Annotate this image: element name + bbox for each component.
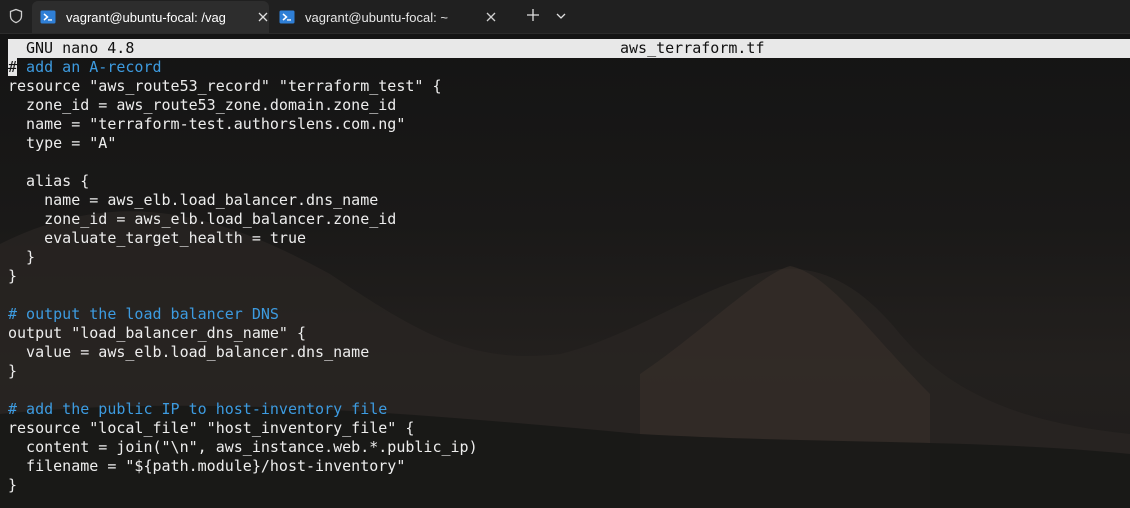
close-icon[interactable] [483,9,499,25]
nano-title-bar: GNU nano 4.8 aws_terraform.tf [8,39,1130,58]
tab-vagrant-vag[interactable]: vagrant@ubuntu-focal: /vag [32,1,269,33]
code-line: type = "A" [8,134,117,152]
comment-line: # output the load balancer DNS [8,305,279,323]
code-line: zone_id = aws_elb.load_balancer.zone_id [8,210,397,228]
code-line: } [8,267,18,285]
new-tab-button[interactable] [520,4,546,28]
code-line: output "load_balancer_dns_name" { [8,324,307,342]
chevron-down-icon [555,7,567,26]
code-line: content = join("\n", aws_instance.web.*.… [8,438,478,456]
powershell-icon [279,9,295,25]
code-line-text: add an A-record [17,58,162,76]
close-icon[interactable] [255,9,271,25]
code-line: } [8,476,18,494]
code-line: name = "terraform-test.authorslens.com.n… [8,115,406,133]
code-line: alias { [8,172,90,190]
editor-text-area[interactable]: # add an A-record resource "aws_route53_r… [8,58,478,495]
code-line: # add an A-record [8,58,478,77]
comment-line: # add the public IP to host-inventory fi… [8,400,388,418]
tab-vagrant-home[interactable]: vagrant@ubuntu-focal: ~ [271,1,507,33]
code-line: name = aws_elb.load_balancer.dns_name [8,191,379,209]
nano-version: GNU nano 4.8 [26,39,135,57]
code-line: value = aws_elb.load_balancer.dns_name [8,343,370,361]
code-line: } [8,362,18,380]
tab-bar: vagrant@ubuntu-focal: /vag vagrant@ubunt… [0,0,1130,34]
tab-title: vagrant@ubuntu-focal: ~ [305,10,448,25]
terminal-pane[interactable]: GNU nano 4.8 aws_terraform.tf # add an A… [0,34,1130,508]
shield-icon[interactable] [4,4,28,28]
tab-title: vagrant@ubuntu-focal: /vag [66,10,226,25]
file-name: aws_terraform.tf [620,39,765,57]
code-line: evaluate_target_health = true [8,229,307,247]
code-line: resource "aws_route53_record" "terraform… [8,77,442,95]
code-line: zone_id = aws_route53_zone.domain.zone_i… [8,96,397,114]
powershell-icon [40,9,56,25]
code-line: resource "local_file" "host_inventory_fi… [8,419,415,437]
text-cursor: # [8,58,18,76]
tab-dropdown-button[interactable] [550,4,572,28]
code-line: } [8,248,36,266]
code-line: filename = "${path.module}/host-inventor… [8,457,406,475]
plus-icon [526,7,540,26]
